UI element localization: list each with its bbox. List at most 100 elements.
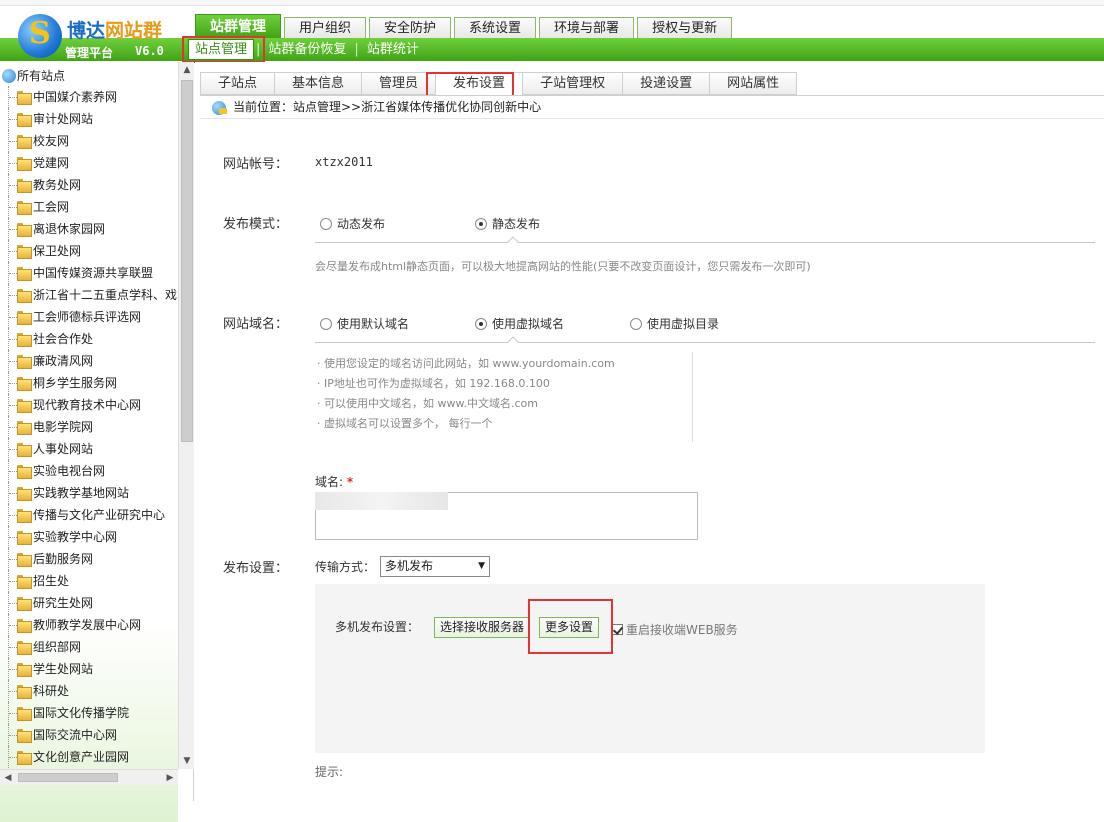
tree-item-label: 招生处 (33, 574, 70, 588)
radio-button[interactable] (320, 317, 332, 330)
tree-item[interactable]: 教务处网 (0, 174, 178, 196)
tab-subsite-permissions[interactable]: 子站管理权 (522, 72, 623, 95)
logo-brand-site: 网站群 (105, 20, 163, 42)
radio-virtual-domain[interactable]: 使用虚拟域名 (475, 315, 564, 332)
tree-item[interactable]: 招生处 (0, 570, 178, 592)
tree-item-label: 中国媒介素养网 (33, 90, 118, 104)
tree-guide-line (8, 504, 17, 526)
tree-item[interactable]: 国际文化传播学院 (0, 702, 178, 724)
folder-icon (17, 267, 32, 281)
scroll-left-arrow-icon[interactable]: ◀ (0, 770, 16, 786)
tree-item[interactable]: 实验教学中心网 (0, 526, 178, 548)
tree-item[interactable]: 中国传媒资源共享联盟 (0, 262, 178, 284)
tree-item[interactable]: 学生处网站 (0, 658, 178, 680)
tree-item-label: 电影学院网 (33, 420, 94, 434)
tree-item[interactable]: 浙江省十二五重点学科、戏 (0, 284, 178, 306)
tree-item[interactable]: 工会师德标兵评选网 (0, 306, 178, 328)
radio-button[interactable] (630, 317, 642, 330)
choose-server-button[interactable]: 选择接收服务器 (434, 617, 531, 638)
scroll-thumb[interactable] (181, 80, 193, 442)
main-tab-site-group[interactable]: 站群管理 (195, 14, 281, 38)
tree-item[interactable]: 文化创意产业园网 (0, 746, 178, 768)
tree-item-label: 党建网 (33, 156, 70, 170)
sub-nav-statistics[interactable]: 站群统计 (361, 40, 425, 59)
tab-delivery-settings[interactable]: 投递设置 (622, 72, 710, 95)
tree-item[interactable]: 现代教育技术中心网 (0, 394, 178, 416)
tree-item[interactable]: 研究生处网 (0, 592, 178, 614)
tree-item[interactable]: 社会合作处 (0, 328, 178, 350)
main-tab-user-org[interactable]: 用户组织 (284, 17, 367, 38)
divider-line (315, 242, 1095, 243)
transfer-label: 传输方式： (315, 560, 376, 574)
tree-root[interactable]: 所有站点 (0, 66, 178, 86)
tree-items: 中国媒介素养网 审计处网站校友网党建网教务处网 工会网 离退休家园网 保卫处网 中国传媒资… (0, 86, 178, 768)
restart-web-service-checkbox[interactable]: 重启接收端WEB服务 (612, 621, 738, 638)
scroll-down-arrow-icon[interactable]: ▼ (179, 753, 195, 769)
tree-item[interactable]: 传播与文化产业研究中心 (0, 504, 178, 526)
tree-item[interactable]: 实验电视台网 (0, 460, 178, 482)
tree-item[interactable]: 组织部网 (0, 636, 178, 658)
tree-item[interactable]: 后勤服务网 (0, 548, 178, 570)
scroll-up-arrow-icon[interactable]: ▲ (179, 62, 195, 78)
tree-item-label: 组织部网 (33, 640, 82, 654)
tree-item[interactable]: 离退休家园网 (0, 218, 178, 240)
tree-guide-line (8, 350, 17, 372)
tree-item[interactable]: 工会网 (0, 196, 178, 218)
sidebar-horizontal-scrollbar[interactable]: ◀ ▶ (0, 769, 178, 785)
main-tab-environment[interactable]: 环境与部署 (539, 17, 635, 38)
scroll-thumb[interactable] (18, 773, 118, 782)
tree-root-label: 所有站点 (17, 69, 66, 83)
radio-button[interactable] (320, 217, 332, 230)
tree-item-label: 审计处网站 (33, 112, 94, 126)
tree-guide-line (8, 196, 17, 218)
folder-icon (17, 223, 32, 237)
main-tab-system-settings[interactable]: 系统设置 (454, 17, 537, 38)
tree-item[interactable]: 廉政清风网 (0, 350, 178, 372)
tree-item-label: 人事处网站 (33, 442, 94, 456)
radio-default-domain[interactable]: 使用默认域名 (320, 315, 409, 332)
tab-admins[interactable]: 管理员 (361, 72, 436, 95)
tree-item[interactable]: 教师教学发展中心网 (0, 614, 178, 636)
folder-icon (17, 157, 32, 171)
scroll-right-arrow-icon[interactable]: ▶ (162, 770, 178, 786)
radio-dynamic-publish[interactable]: 动态发布 (320, 215, 385, 232)
tree-item[interactable]: 国际交流中心网 (0, 724, 178, 746)
radio-button[interactable] (475, 317, 487, 330)
tab-subsites[interactable]: 子站点 (200, 72, 275, 95)
tab-site-properties[interactable]: 网站属性 (709, 72, 798, 95)
tree-item[interactable]: 党建网 (0, 152, 178, 174)
dropdown-arrow-icon[interactable]: ▼ (478, 557, 485, 576)
tree-item[interactable]: 校友网 (0, 130, 178, 152)
radio-static-publish[interactable]: 静态发布 (475, 215, 540, 232)
tab-basic-info[interactable]: 基本信息 (274, 72, 362, 95)
radio-label: 使用虚拟目录 (647, 317, 720, 331)
tree-guide-line (8, 460, 17, 482)
publish-settings-label: 发布设置： (223, 561, 289, 576)
domain-hint: · 使用您设定的域名访问此网站，如 www.yourdomain.com (317, 357, 615, 370)
sidebar-vertical-scrollbar[interactable]: ▲ ▼ (178, 62, 194, 769)
main-tab-license[interactable]: 授权与更新 (637, 17, 733, 38)
tree-item[interactable]: 中国媒介素养网 (0, 86, 178, 108)
tree-item[interactable]: 桐乡学生服务网 (0, 372, 178, 394)
tree-item[interactable]: 实践教学基地网站 (0, 482, 178, 504)
tree-item[interactable]: 人事处网站 (0, 438, 178, 460)
sub-nav-backup-restore[interactable]: 站群备份恢复 (262, 40, 352, 59)
tree-item-label: 科研处 (33, 684, 70, 698)
tree-item[interactable]: 审计处网站 (0, 108, 178, 130)
main-tab-security[interactable]: 安全防护 (369, 17, 452, 38)
tree-item[interactable]: 电影学院网 (0, 416, 178, 438)
folder-icon (17, 311, 32, 325)
tree-guide-line (8, 482, 17, 504)
transfer-mode-select[interactable]: 多机发布 ▼ (380, 556, 490, 577)
tree-item-label: 后勤服务网 (33, 552, 94, 566)
tree-guide-line (8, 284, 17, 306)
tree-item[interactable]: 保卫处网 (0, 240, 178, 262)
tree-item-label: 教师教学发展中心网 (33, 618, 142, 632)
account-value: xtzx2011 (315, 155, 373, 169)
tree-item-label: 实验电视台网 (33, 464, 106, 478)
radio-button[interactable] (475, 217, 487, 230)
tree-item[interactable]: 科研处 (0, 680, 178, 702)
checkbox-checked-icon[interactable] (612, 624, 623, 635)
radio-virtual-directory[interactable]: 使用虚拟目录 (630, 315, 719, 332)
domain-mode-label: 网站域名： (223, 317, 289, 332)
